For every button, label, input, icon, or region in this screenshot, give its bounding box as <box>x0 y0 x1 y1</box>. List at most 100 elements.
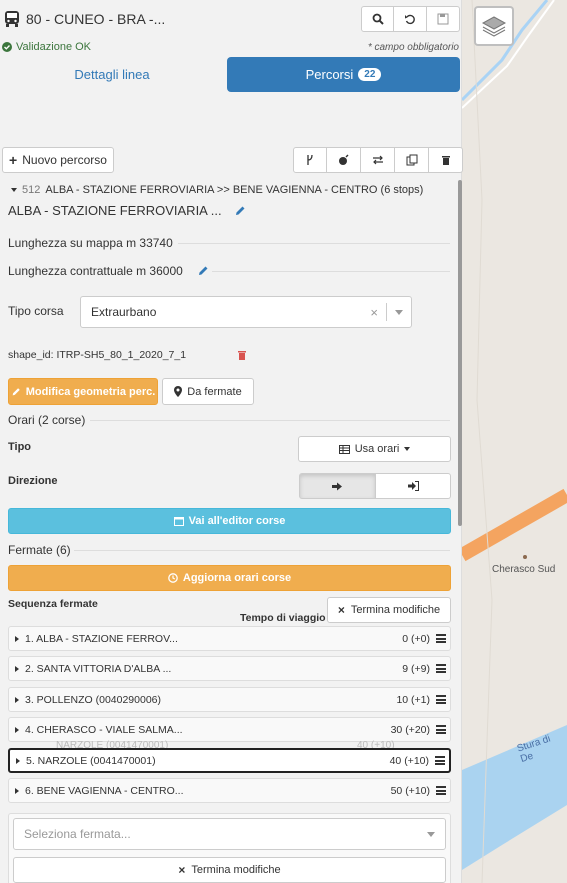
new-route-button[interactable]: + Nuovo percorso <box>2 147 114 173</box>
bus-icon <box>5 11 19 27</box>
search-icon <box>372 13 384 25</box>
search-button[interactable] <box>361 6 394 32</box>
shape-id: shape_id: ITRP-SH5_80_1_2020_7_1 <box>8 349 187 361</box>
route-actions <box>293 147 463 173</box>
stop-row[interactable]: 6. BENE VAGIENNA - CENTRO... 50 (+10) <box>8 778 451 803</box>
chevron-down-icon <box>395 309 403 315</box>
code-fork-icon <box>307 154 313 165</box>
bomb-icon <box>338 154 348 165</box>
timetable-section-title: Orari (2 corse) <box>8 413 86 427</box>
direction-outbound-button[interactable] <box>299 473 376 499</box>
stop-travel-time: 50 (+10) <box>390 784 430 797</box>
drag-handle-icon[interactable] <box>435 756 445 765</box>
route-delete-button[interactable] <box>429 147 463 173</box>
chevron-down-icon <box>427 831 435 837</box>
pencil-icon[interactable] <box>234 205 246 217</box>
pencil-icon[interactable] <box>197 265 209 277</box>
panel-scrollbar[interactable] <box>458 180 462 526</box>
end-edit-bottom-label: Termina modifiche <box>191 864 281 876</box>
drag-handle-icon[interactable] <box>436 634 446 643</box>
plus-icon: + <box>9 152 18 168</box>
stops-section-title: Fermate (6) <box>8 543 71 557</box>
trip-editor-button[interactable]: Vai all'editor corse <box>8 508 451 534</box>
end-edit-button[interactable]: × Termina modifiche <box>327 597 451 623</box>
edit-geometry-button[interactable]: Modifica geometria perc. <box>8 378 158 405</box>
chevron-right-icon <box>16 757 20 764</box>
stop-row[interactable]: 1. ALBA - STAZIONE FERROV... 0 (+0) <box>8 626 451 651</box>
timetable-type-dropdown[interactable]: Usa orari <box>298 436 451 462</box>
save-button[interactable] <box>427 6 460 32</box>
map-area[interactable]: Cherasco Sud Stura di De <box>462 0 567 883</box>
chevron-right-icon <box>15 787 19 794</box>
update-times-label: Aggiorna orari corse <box>182 572 292 584</box>
tab-line-details[interactable]: Dettagli linea <box>4 57 220 92</box>
drag-handle-icon[interactable] <box>436 664 446 673</box>
map-label-cherasco: Cherasco Sud <box>492 564 556 575</box>
save-icon <box>437 13 449 25</box>
header-actions <box>361 6 460 32</box>
undo-icon <box>405 14 415 25</box>
stop-row[interactable]: 3. POLLENZO (0040290006) 10 (+1) <box>8 687 451 712</box>
side-panel: 80 - CUNEO - BRA -... Validazione OK * c… <box>0 0 463 883</box>
divider <box>90 420 450 421</box>
trash-icon <box>441 156 450 165</box>
layers-icon <box>481 16 507 37</box>
stop-sequence-label: Sequenza fermate <box>8 598 98 610</box>
caret-down-icon <box>404 447 411 451</box>
drag-handle-icon[interactable] <box>436 725 446 734</box>
table-icon <box>338 444 350 454</box>
tab-line-details-label: Dettagli linea <box>74 67 150 82</box>
pencil-icon <box>12 387 20 395</box>
route-copy-button[interactable] <box>395 147 429 173</box>
stop-travel-time: 30 (+20) <box>390 723 430 736</box>
trip-type-select[interactable]: Extraurbano × <box>80 296 412 328</box>
stop-row[interactable]: 4. CHERASCO - VIALE SALMA... 30 (+20) <box>8 717 451 742</box>
route-bomb-button[interactable] <box>327 147 361 173</box>
stop-select[interactable]: Seleziona fermata... <box>13 818 446 850</box>
stop-travel-time: 9 (+9) <box>402 662 430 675</box>
map-length: Lunghezza su mappa m 33740 <box>8 236 173 250</box>
travel-time-label: Tempo di viaggio <box>240 612 326 624</box>
trash-icon[interactable] <box>237 350 247 361</box>
contract-length: Lunghezza contrattuale m 36000 <box>8 264 183 278</box>
direction-label: Direzione <box>8 475 58 487</box>
undo-button[interactable] <box>394 6 427 32</box>
line-title: 80 - CUNEO - BRA -... <box>4 10 165 28</box>
timetable-type-value: Usa orari <box>354 443 400 455</box>
from-stops-button[interactable]: Da fermate <box>162 378 254 405</box>
drag-handle-icon[interactable] <box>436 695 446 704</box>
stop-row[interactable]: 2. SANTA VITTORIA D'ALBA ... 9 (+9) <box>8 656 451 681</box>
route-id: 512 <box>22 184 41 196</box>
trip-type-value: Extraurbano <box>91 305 157 319</box>
map-marker-icon <box>174 386 183 397</box>
chevron-right-icon <box>15 635 19 642</box>
chevron-down-icon <box>11 188 17 192</box>
update-times-button[interactable]: Aggiorna orari corse <box>8 565 451 591</box>
stop-travel-time: 0 (+0) <box>402 632 430 645</box>
chevron-right-icon <box>15 726 19 733</box>
tab-routes[interactable]: Percorsi 22 <box>227 57 460 92</box>
copy-icon <box>406 154 417 166</box>
route-fork-button[interactable] <box>293 147 327 173</box>
route-collapse-header[interactable]: 512 ALBA - STAZIONE FERROVIARIA >> BENE … <box>11 184 423 196</box>
clear-icon[interactable]: × <box>370 305 378 320</box>
line-title-text: 80 - CUNEO - BRA -... <box>26 11 166 27</box>
stop-label: 4. CHERASCO - VIALE SALMA... <box>25 723 183 736</box>
stop-travel-time: 10 (+1) <box>396 693 430 706</box>
chevron-right-icon <box>15 696 19 703</box>
end-edit-bottom-button[interactable]: × Termina modifiche <box>13 857 446 883</box>
route-name: ALBA - STAZIONE FERROVIARIA ... <box>8 203 222 218</box>
route-reverse-button[interactable] <box>361 147 395 173</box>
validation-text: Validazione OK <box>16 41 92 53</box>
stop-label: 3. POLLENZO (0040290006) <box>25 693 161 706</box>
direction-inbound-button[interactable] <box>376 473 451 499</box>
stop-travel-time: 40 (+10) <box>389 754 429 767</box>
end-edit-label: Termina modifiche <box>350 604 441 616</box>
drag-handle-icon[interactable] <box>436 786 446 795</box>
edit-geometry-label: Modifica geometria perc. <box>25 385 156 398</box>
divider <box>212 271 450 272</box>
close-icon: × <box>337 603 345 617</box>
check-circle-icon <box>2 42 12 52</box>
stop-row-dragging[interactable]: 5. NARZOLE (0041470001) 40 (+10) <box>8 748 451 773</box>
layers-button[interactable] <box>474 6 514 46</box>
